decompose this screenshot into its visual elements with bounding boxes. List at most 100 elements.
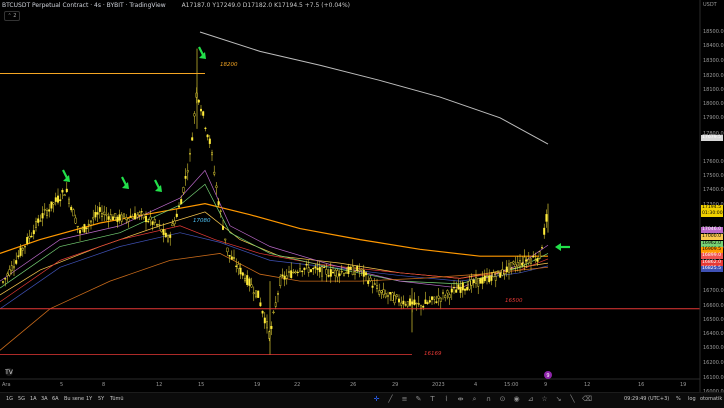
candle-body	[354, 271, 357, 275]
auto-toggle[interactable]: otomatik	[700, 396, 722, 402]
trendline-icon[interactable]: ╱	[386, 395, 395, 404]
candle-body	[248, 278, 251, 286]
ma-line	[0, 183, 549, 289]
candle-body	[131, 216, 134, 219]
candle-body	[523, 256, 526, 265]
candle-body	[83, 224, 86, 233]
timeframe-button[interactable]: Bu sene	[64, 396, 84, 402]
trash-icon[interactable]: ⌫	[582, 395, 592, 404]
candle-body	[35, 221, 38, 228]
ma-label: 17080	[193, 218, 211, 224]
clock[interactable]: 09:29:49 (UTC+3)	[624, 396, 669, 402]
candle-body	[257, 290, 260, 298]
pattern-icon[interactable]: ⌇	[442, 395, 451, 404]
candle-body	[321, 266, 324, 277]
candle-body	[402, 300, 405, 305]
candle-body	[508, 263, 511, 273]
timeframe-button[interactable]: Tümü	[110, 396, 124, 402]
candle-body	[444, 295, 447, 299]
candle-body	[57, 195, 60, 203]
log-toggle[interactable]: log	[688, 396, 696, 402]
candle-body	[351, 265, 354, 275]
price-chart[interactable]: 9 TV	[0, 0, 724, 407]
timeframe-button[interactable]: 1A	[30, 396, 37, 402]
candle-body	[78, 230, 81, 234]
level-label-16169: 16169	[424, 351, 442, 357]
crosshair-icon[interactable]: ✛	[372, 395, 381, 404]
collapse-indicators-button[interactable]: ⌃ 2	[4, 11, 20, 21]
timeframe-button[interactable]: 1Y	[86, 396, 92, 402]
candle-body	[490, 276, 493, 281]
price-tag: 17046.0	[701, 227, 723, 233]
candle-body	[272, 311, 275, 314]
candle-body	[514, 263, 517, 267]
measure-icon[interactable]: ⇹	[456, 395, 465, 404]
candle-body	[349, 267, 352, 270]
candle-body	[21, 247, 24, 251]
candle-body	[433, 296, 436, 300]
time-tick: 29	[392, 382, 399, 388]
candle-body	[263, 317, 266, 324]
candle-body	[277, 293, 280, 295]
candle-body	[221, 226, 224, 230]
candle-body	[98, 207, 101, 212]
candle-body	[345, 272, 348, 274]
candle-body	[232, 257, 235, 260]
candle-body	[486, 275, 489, 277]
price-tick: 18100.0	[703, 87, 724, 93]
candle-body	[420, 305, 423, 309]
candle-body	[435, 301, 438, 303]
candle-body	[380, 290, 383, 293]
candle-body	[237, 264, 240, 269]
candle-body	[461, 282, 464, 291]
timeframe-button[interactable]: 1G	[6, 396, 13, 402]
candle-body	[173, 220, 176, 225]
timeframe-button[interactable]: 5Y	[98, 396, 104, 402]
timeframe-button[interactable]: 3A	[41, 396, 48, 402]
candle-body	[250, 284, 253, 288]
candle-body	[175, 213, 178, 217]
candle-body	[301, 270, 304, 273]
candle-body	[406, 301, 409, 307]
brush-icon[interactable]: ✎	[414, 395, 423, 404]
time-tick: 9	[544, 382, 548, 388]
candle-body	[111, 216, 114, 221]
price-tag: 17679.5	[701, 135, 723, 141]
candle-body	[497, 270, 500, 273]
candle-body	[120, 214, 123, 222]
candle-body	[109, 214, 112, 220]
candle-body	[114, 213, 117, 218]
candle-body	[468, 280, 471, 290]
candle-body	[376, 285, 379, 290]
percent-toggle[interactable]: %	[676, 396, 681, 402]
candle-body	[413, 299, 416, 305]
eye-icon[interactable]: ◉	[512, 395, 521, 404]
star-icon[interactable]: ☆	[540, 395, 549, 404]
timeframe-button[interactable]: 6A	[52, 396, 59, 402]
candle-body	[510, 262, 513, 268]
draw-line-icon[interactable]: ╲	[568, 395, 577, 404]
candle-body	[437, 295, 440, 299]
arrow-icon[interactable]: ↘	[554, 395, 563, 404]
magnet-icon[interactable]: ∩	[484, 395, 493, 404]
text-icon[interactable]: T	[428, 395, 437, 404]
candle-body	[442, 292, 445, 294]
currency-label[interactable]: USDT	[703, 2, 717, 8]
timeframe-button[interactable]: 5G	[18, 396, 25, 402]
candle-body	[54, 197, 57, 202]
candle-body	[457, 284, 460, 290]
lock-icon[interactable]: ⊙	[498, 395, 507, 404]
candle-body	[538, 251, 541, 259]
candle-body	[431, 296, 434, 300]
fib-icon[interactable]: ≡	[400, 395, 409, 404]
candle-body	[149, 216, 152, 221]
candle-body	[472, 279, 475, 284]
symbol-title[interactable]: BTCUSDT Perpetual Contract · 4s · BYBIT …	[2, 2, 166, 9]
price-tag: 01:30:00	[701, 211, 723, 217]
candle-body	[334, 269, 337, 276]
green-arrow-icon	[198, 46, 206, 59]
ruler-icon[interactable]: ⊿	[526, 395, 535, 404]
price-tick: 16600.0	[703, 303, 724, 309]
zoom-icon[interactable]: ⌕	[470, 395, 479, 404]
candle-body	[371, 285, 374, 288]
